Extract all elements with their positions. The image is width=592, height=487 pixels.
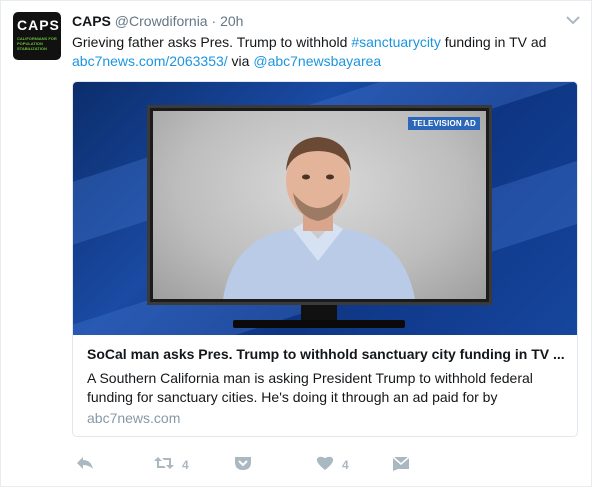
tweet-text-via: via [227,53,254,69]
tweet-actions: 4 4 [72,453,572,477]
card-description: A Southern California man is asking Pres… [87,370,533,405]
reply-button[interactable] [76,453,94,477]
man-figure [223,137,415,299]
url-link[interactable]: abc7news.com/2063353/ [72,53,228,69]
avatar[interactable]: CAPS Californians for Population Stabili… [13,12,61,60]
heart-icon [316,455,334,476]
pocket-icon [234,455,252,476]
user-screenname[interactable]: @Crowdifornia [115,13,208,29]
tweet-timestamp[interactable]: 20h [220,13,243,29]
tv-label: TELEVISION AD [408,117,480,130]
avatar-logo-text: CAPS [17,17,60,33]
card-title[interactable]: SoCal man asks Pres. Trump to withhold s… [87,346,567,362]
separator-dot: · [211,13,217,29]
tv-frame: TELEVISION AD [147,105,492,305]
reply-icon [76,455,94,476]
retweet-icon [154,455,174,476]
envelope-icon [392,455,410,476]
mention-link[interactable]: @abc7newsbayarea [253,53,381,69]
chevron-down-icon[interactable] [565,13,581,27]
tweet-header: CAPS @Crowdifornia · 20h [72,13,243,29]
avatar-logo-subtext: Californians for Population Stabilizatio… [17,36,57,51]
direct-message-button[interactable] [392,453,410,477]
retweet-button[interactable]: 4 [154,453,189,477]
tv-screen: TELEVISION AD [153,111,486,299]
link-card[interactable]: TELEVISION AD SoCal man asks Pres. Trump… [72,81,578,437]
tweet-text-part1: Grieving father asks Pres. Trump to with… [72,34,352,50]
tweet-text-part2: funding in TV ad [440,34,547,50]
hashtag-link[interactable]: #sanctuarycity [351,34,440,50]
card-image[interactable]: TELEVISION AD [73,82,577,335]
tweet[interactable]: CAPS Californians for Population Stabili… [0,0,592,487]
like-button[interactable]: 4 [316,453,349,477]
tv-stand-base [233,320,405,328]
like-count: 4 [342,458,349,472]
card-domain: abc7news.com [87,410,181,426]
tweet-text: Grieving father asks Pres. Trump to with… [72,33,572,71]
pocket-button[interactable] [234,453,252,477]
retweet-count: 4 [182,458,189,472]
user-fullname[interactable]: CAPS [72,13,111,29]
